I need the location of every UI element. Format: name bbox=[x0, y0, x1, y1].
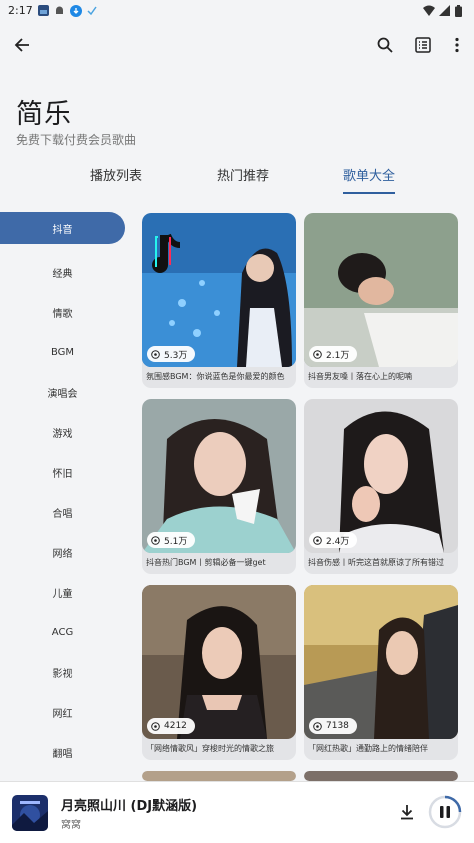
mini-player[interactable]: 月亮照山川 (DJ默涵版) 窝窝 bbox=[0, 781, 474, 843]
play-count-badge: 7138 bbox=[309, 718, 357, 734]
play-count-badge: 2.4万 bbox=[309, 532, 358, 548]
sidebar-item-classic[interactable]: 经典 bbox=[0, 252, 125, 292]
app-notification-icon bbox=[37, 4, 49, 16]
play-count: 4212 bbox=[164, 721, 187, 731]
play-circle-icon bbox=[313, 349, 322, 359]
check-icon bbox=[86, 5, 97, 16]
play-count-badge: 4212 bbox=[147, 718, 195, 734]
tab-playlist-collection[interactable]: 歌单大全 bbox=[343, 168, 396, 196]
play-circle-icon bbox=[151, 349, 160, 359]
play-count-badge: 5.1万 bbox=[147, 532, 196, 548]
playlist-title: 「网红热歌」通勤路上的情绪陪伴 bbox=[308, 744, 428, 753]
play-count: 5.3万 bbox=[164, 350, 188, 361]
sidebar-item-cover[interactable]: 翻唱 bbox=[0, 732, 125, 772]
android-icon bbox=[54, 5, 65, 16]
play-circle-icon bbox=[151, 721, 160, 731]
more-vertical-icon bbox=[455, 37, 459, 53]
play-circle-icon bbox=[313, 535, 322, 545]
status-bar: 2:17 bbox=[0, 0, 474, 20]
now-playing-title: 月亮照山川 (DJ默涵版) bbox=[61, 799, 198, 814]
playlist-cover bbox=[142, 585, 296, 739]
playlist-card[interactable]: 7138 「网红热歌」通勤路上的情绪陪伴 bbox=[304, 585, 458, 760]
sidebar-item-game[interactable]: 游戏 bbox=[0, 412, 125, 452]
play-count: 2.1万 bbox=[326, 350, 350, 361]
playlist-card[interactable]: 2.1万 抖音男友嗓丨落在心上的呢喃 bbox=[304, 213, 458, 388]
page-title: 简乐 bbox=[16, 99, 72, 130]
album-cover bbox=[12, 795, 48, 831]
sidebar-item-acg[interactable]: ACG bbox=[0, 612, 125, 652]
more-button[interactable] bbox=[440, 28, 474, 62]
play-count-badge: 2.1万 bbox=[309, 346, 358, 362]
tab-bar: 播放列表 热门推荐 歌单大全 bbox=[0, 168, 474, 196]
tab-playlist[interactable]: 播放列表 bbox=[90, 168, 142, 196]
download-icon bbox=[401, 805, 413, 820]
top-toolbar bbox=[0, 28, 474, 62]
status-time: 2:17 bbox=[8, 3, 33, 17]
list-box-icon bbox=[415, 37, 431, 53]
wifi-icon bbox=[423, 5, 435, 16]
arrow-left-icon bbox=[14, 38, 29, 52]
search-icon bbox=[377, 37, 393, 53]
page-subtitle: 免费下载付费会员歌曲 bbox=[16, 133, 137, 147]
play-count: 2.4万 bbox=[326, 536, 350, 547]
playlist-card[interactable]: 2.4万 抖音伤感丨听完这首就原谅了所有错过 bbox=[304, 399, 458, 574]
playlist-cover bbox=[304, 399, 458, 553]
playlist-card[interactable]: 5.3万 氛围感BGM：你说蓝色是你最爱的颜色 bbox=[142, 213, 296, 388]
play-count-badge: 5.3万 bbox=[147, 346, 196, 362]
play-circle-icon bbox=[151, 535, 160, 545]
sidebar-item-children[interactable]: 儿童 bbox=[0, 572, 125, 612]
playlist-title: 「网络情歌风」穿梭时光的情歌之旅 bbox=[146, 744, 274, 753]
playlist-title: 氛围感BGM：你说蓝色是你最爱的颜色 bbox=[146, 372, 285, 381]
list-button[interactable] bbox=[406, 28, 440, 62]
sidebar-item-love-songs[interactable]: 情歌 bbox=[0, 292, 125, 332]
play-circle-icon bbox=[313, 721, 322, 731]
play-count: 5.1万 bbox=[164, 536, 188, 547]
back-button[interactable] bbox=[5, 28, 39, 62]
playlist-cover bbox=[304, 585, 458, 739]
playlist-cover bbox=[142, 213, 296, 367]
playlist-title: 抖音热门BGM丨剪辑必备一键get bbox=[146, 558, 266, 567]
category-sidebar: 抖音 经典 情歌 BGM 演唱会 游戏 怀旧 合唱 网络 儿童 ACG 影视 网… bbox=[0, 212, 128, 772]
playlist-card[interactable]: 5.1万 抖音热门BGM丨剪辑必备一键get bbox=[142, 399, 296, 574]
sidebar-item-bgm[interactable]: BGM bbox=[0, 332, 125, 372]
playlist-cover bbox=[304, 771, 458, 781]
search-button[interactable] bbox=[368, 28, 402, 62]
battery-icon bbox=[455, 4, 466, 17]
pause-icon bbox=[428, 795, 462, 829]
playlist-title: 抖音伤感丨听完这首就原谅了所有错过 bbox=[308, 558, 444, 567]
sidebar-item-nostalgia[interactable]: 怀旧 bbox=[0, 452, 125, 492]
play-count: 7138 bbox=[326, 721, 349, 731]
sidebar-item-douyin[interactable]: 抖音 bbox=[0, 212, 125, 244]
sidebar-item-duet[interactable]: 合唱 bbox=[0, 492, 125, 532]
sidebar-item-internet[interactable]: 网络 bbox=[0, 532, 125, 572]
playlist-cover bbox=[142, 399, 296, 553]
playlist-cover bbox=[142, 771, 296, 781]
sidebar-item-influencer[interactable]: 网红 bbox=[0, 692, 125, 732]
signal-icon bbox=[439, 4, 450, 16]
now-playing-artist: 窝窝 bbox=[61, 820, 81, 831]
download-notification-icon bbox=[69, 4, 82, 17]
playlist-card[interactable]: 4212 「网络情歌风」穿梭时光的情歌之旅 bbox=[142, 585, 296, 760]
tab-hot-recommend[interactable]: 热门推荐 bbox=[217, 168, 269, 196]
download-button[interactable] bbox=[397, 802, 417, 822]
sidebar-item-film[interactable]: 影视 bbox=[0, 652, 125, 692]
playlist-card[interactable] bbox=[142, 771, 296, 781]
playlist-cover bbox=[304, 213, 458, 367]
play-pause-button[interactable] bbox=[428, 795, 462, 829]
sidebar-item-concert[interactable]: 演唱会 bbox=[0, 372, 125, 412]
playlist-card[interactable] bbox=[304, 771, 458, 781]
playlist-title: 抖音男友嗓丨落在心上的呢喃 bbox=[308, 372, 412, 381]
